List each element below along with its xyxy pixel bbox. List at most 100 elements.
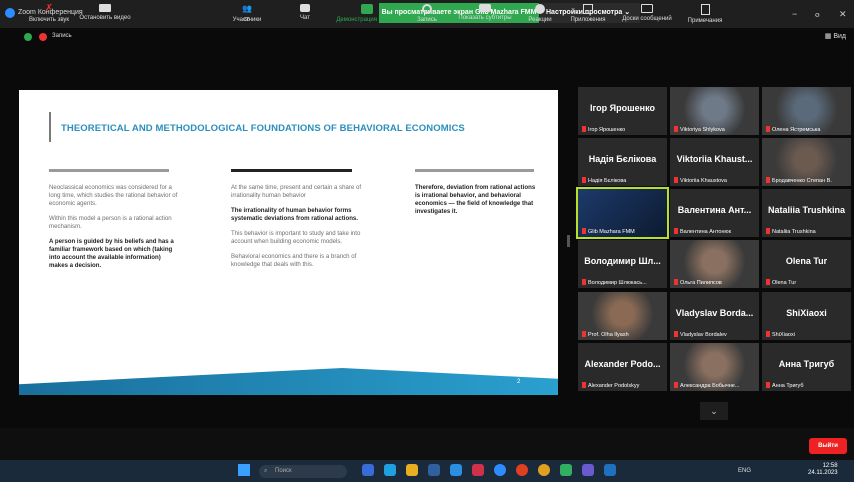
minimize-button[interactable]: − xyxy=(792,9,797,19)
participant-tile[interactable]: Александра Бобычне... xyxy=(670,343,759,391)
title-accent-line xyxy=(49,112,51,142)
taskbar-app-icon[interactable] xyxy=(582,464,594,476)
taskbar-app-icon[interactable] xyxy=(538,464,550,476)
panel-resize-handle[interactable] xyxy=(567,235,570,247)
taskbar-app-icon[interactable] xyxy=(428,464,440,476)
participant-label-text: Alexander Podolskyy xyxy=(588,383,640,389)
unmute-label: Включить звук xyxy=(28,17,69,23)
notes-icon xyxy=(700,4,710,15)
participant-label: Viktoriya Shlykova xyxy=(674,126,756,133)
muted-mic-icon xyxy=(582,382,586,388)
recording-icon xyxy=(39,33,47,41)
participant-tile[interactable]: Надія Бєлікова Надія Бєлікова xyxy=(578,138,667,186)
participant-tile[interactable]: Viktoriya Shlykova xyxy=(670,87,759,135)
language-indicator[interactable]: ENG xyxy=(738,468,751,474)
taskbar-search[interactable]: ⌕ Поиск xyxy=(259,465,347,478)
taskbar-app-icon[interactable] xyxy=(362,464,374,476)
participant-tile[interactable]: Nataliia Trushkina Nataliia Trushkina xyxy=(762,189,851,237)
taskbar-app-icon[interactable] xyxy=(450,464,462,476)
reactions-label: Реакции xyxy=(528,17,552,23)
participant-tile[interactable]: Viktoriia Khaust... Viktoriia Khaustova xyxy=(670,138,759,186)
participant-name: Nataliia Trushkina xyxy=(767,205,846,215)
participant-name: Vladyslav Borda... xyxy=(675,308,754,318)
participant-label-text: Nataliia Trushkina xyxy=(772,229,816,235)
muted-mic-icon xyxy=(766,228,770,234)
participant-label-text: Prof. Olha Ilyash xyxy=(588,332,629,338)
participant-label: Ольга Пилипсов xyxy=(674,279,756,286)
participant-tile[interactable]: Ольга Пилипсов xyxy=(670,240,759,288)
muted-mic-icon xyxy=(582,177,586,183)
apps-icon xyxy=(583,4,593,14)
participant-tile[interactable]: Vladyslav Borda... Vladyslav Bordalev xyxy=(670,292,759,340)
participant-name: Olena Tur xyxy=(785,256,828,266)
slide-title: THEORETICAL AND METHODOLOGICAL FOUNDATIO… xyxy=(61,123,465,134)
slide-page-number: 2 xyxy=(517,379,521,385)
participant-label: Viktoriia Khaustova xyxy=(674,177,756,184)
participant-label-text: Валентина Антонюк xyxy=(680,229,732,235)
participant-name: Надія Бєлікова xyxy=(588,154,657,164)
muted-mic-icon xyxy=(766,126,770,132)
notes-button[interactable]: Примечания xyxy=(670,4,740,24)
participant-label-text: Vladyslav Bordalev xyxy=(680,332,727,338)
whiteboards-label: Доски сообщений xyxy=(622,16,672,22)
system-clock[interactable]: 12:58 24.11.2023 xyxy=(808,463,838,477)
participant-tile[interactable]: Бродавченко Степан В. xyxy=(762,138,851,186)
security-shield-icon[interactable] xyxy=(24,33,32,41)
muted-mic-icon xyxy=(766,331,770,337)
participant-label-text: Олена Ястремська xyxy=(772,127,821,133)
close-button[interactable]: ✕ xyxy=(839,9,847,20)
record-label: Запись xyxy=(417,17,437,23)
stop-video-button[interactable]: Остановить видео xyxy=(70,4,140,21)
shared-screen-slide: THEORETICAL AND METHODOLOGICAL FOUNDATIO… xyxy=(19,90,558,395)
participant-label: Бродавченко Степан В. xyxy=(766,177,848,184)
muted-mic-icon xyxy=(674,382,678,388)
maximize-button[interactable]: ⲟ xyxy=(815,9,819,20)
participant-label-text: Olena Tur xyxy=(772,280,797,286)
taskbar-app-icon[interactable] xyxy=(604,464,616,476)
taskbar-app-icon[interactable] xyxy=(560,464,572,476)
recording-label[interactable]: Запись xyxy=(52,33,72,39)
muted-mic-icon xyxy=(766,177,770,183)
participant-label: Александра Бобычне... xyxy=(674,382,756,389)
participant-label: Glib Mazhara FMM xyxy=(582,228,664,235)
taskbar-app-icon[interactable] xyxy=(406,464,418,476)
notes-label: Примечания xyxy=(687,18,723,24)
leave-button[interactable]: Выйти xyxy=(809,438,847,454)
taskbar-app-icon[interactable] xyxy=(494,464,506,476)
participants-label: Участники xyxy=(232,17,262,23)
participant-name: Володимир Шл... xyxy=(584,256,661,266)
slide-column-1: Neoclassical economics was considered fo… xyxy=(49,184,179,277)
slide-footer-stripe xyxy=(19,368,558,395)
muted-mic-icon xyxy=(674,177,678,183)
participant-label: Nataliia Trushkina xyxy=(766,228,848,235)
muted-mic-icon xyxy=(582,126,586,132)
muted-mic-icon xyxy=(674,279,678,285)
participant-label-text: Viktoriia Khaustova xyxy=(680,178,727,184)
taskbar-app-icon[interactable] xyxy=(384,464,396,476)
participant-tile[interactable]: Glib Mazhara FMM xyxy=(576,187,669,239)
stop-video-label: Остановить видео xyxy=(79,15,131,21)
taskbar-app-icon[interactable] xyxy=(472,464,484,476)
search-label: Поиск xyxy=(275,468,292,474)
meeting-toolbar xyxy=(0,428,854,460)
muted-mic-icon xyxy=(674,228,678,234)
participant-label-text: Glib Mazhara FMM xyxy=(588,229,635,235)
participant-tile[interactable]: Ігор Ярошенко Ігор Ярошенко xyxy=(578,87,667,135)
muted-mic-icon xyxy=(582,279,586,285)
reactions-icon xyxy=(535,4,545,14)
taskbar-app-icon[interactable] xyxy=(516,464,528,476)
participant-tile[interactable]: Володимир Шл... Володимир Шлюкась... xyxy=(578,240,667,288)
participant-tile[interactable]: Prof. Olha Ilyash xyxy=(578,292,667,340)
status-bar xyxy=(0,28,854,46)
chat-button[interactable]: Чат xyxy=(270,4,340,21)
windows-start-icon[interactable] xyxy=(238,464,250,476)
view-button[interactable]: ▦ Вид xyxy=(825,32,846,40)
participant-tile[interactable]: Валентина Ант... Валентина Антонюк xyxy=(670,189,759,237)
participants-icon: 👥68 xyxy=(242,4,252,23)
participant-tile[interactable]: Анна Тригуб Анна Тригуб xyxy=(762,343,851,391)
participant-tile[interactable]: Олена Ястремська xyxy=(762,87,851,135)
participant-tile[interactable]: ShiXiaoxi ShiXiaoxi xyxy=(762,292,851,340)
participant-tile[interactable]: Alexander Podo... Alexander Podolskyy xyxy=(578,343,667,391)
participant-tile[interactable]: Olena Tur Olena Tur xyxy=(762,240,851,288)
gallery-scroll-down-button[interactable]: ⌄ xyxy=(700,402,728,420)
